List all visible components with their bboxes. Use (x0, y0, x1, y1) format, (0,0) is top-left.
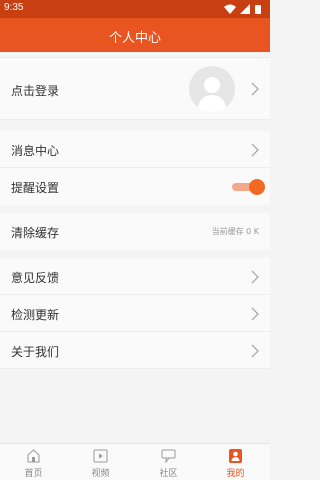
nav-video-label: 视频 (91, 469, 110, 479)
battery-icon (255, 5, 261, 14)
nav-video[interactable]: 视频 (67, 444, 134, 480)
reminder-label: 提醒设置 (11, 181, 60, 195)
menu-item-about[interactable]: 关于我们 (0, 332, 270, 369)
signal-icon (240, 4, 250, 14)
nav-mine[interactable]: 我的 (202, 444, 269, 480)
messages-label: 消息中心 (11, 144, 60, 158)
home-icon (27, 449, 40, 463)
login-label: 点击登录 (11, 84, 60, 98)
chevron-right-icon (251, 143, 259, 157)
toggle-knob (249, 179, 265, 195)
status-icons (224, 4, 261, 14)
status-bar: 9:35 (0, 0, 270, 18)
about-label: 关于我们 (11, 345, 60, 359)
menu-item-clear-cache[interactable]: 清除缓存 当前缓存 0 K (0, 213, 270, 250)
community-icon (161, 449, 176, 463)
nav-home[interactable]: 首页 (0, 444, 67, 480)
title-bar: 个人中心 (0, 18, 270, 52)
nav-mine-label: 我的 (226, 469, 245, 479)
menu-item-feedback[interactable]: 意见反馈 (0, 258, 270, 295)
menu-item-reminder[interactable]: 提醒设置 (0, 168, 270, 205)
avatar[interactable] (189, 66, 235, 112)
avatar-placeholder-icon (197, 77, 227, 112)
user-icon (229, 449, 242, 463)
menu-item-check-update[interactable]: 检测更新 (0, 295, 270, 332)
feedback-label: 意见反馈 (11, 271, 60, 285)
bottom-nav: 首页 视频 社区 我的 (0, 443, 270, 480)
chevron-right-icon (251, 82, 259, 96)
page-title: 个人中心 (108, 31, 161, 46)
chevron-right-icon (251, 307, 259, 321)
reminder-toggle[interactable] (232, 179, 265, 195)
clear-cache-label: 清除缓存 (11, 226, 60, 240)
menu-item-messages[interactable]: 消息中心 (0, 131, 270, 168)
chevron-right-icon (251, 344, 259, 358)
status-time: 9:35 (4, 2, 24, 13)
nav-community[interactable]: 社区 (135, 444, 202, 480)
login-row[interactable]: 点击登录 (0, 57, 270, 120)
nav-community-label: 社区 (159, 469, 178, 479)
chevron-right-icon (251, 270, 259, 284)
video-icon (93, 449, 108, 463)
check-update-label: 检测更新 (11, 308, 60, 322)
nav-home-label: 首页 (24, 469, 43, 479)
wifi-icon (224, 4, 236, 14)
cache-size-text: 当前缓存 0 K (211, 227, 259, 236)
